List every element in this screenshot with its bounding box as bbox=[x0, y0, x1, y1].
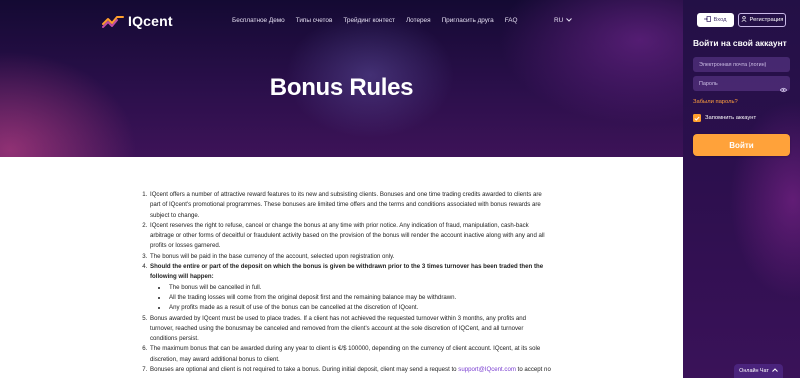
chat-label: Онлайн Чат bbox=[739, 368, 769, 374]
chevron-down-icon bbox=[566, 17, 573, 24]
rule-item-4: Should the entire or part of the deposit… bbox=[149, 262, 551, 313]
forgot-password-link[interactable]: Забыли пароль? bbox=[693, 99, 738, 105]
login-tab-label: Вход bbox=[713, 17, 727, 23]
rule-item-7-prefix: Bonuses are optional and client is not r… bbox=[150, 366, 459, 374]
rule-item-7: Bonuses are optional and client is not r… bbox=[149, 365, 551, 375]
remember-account-checkbox[interactable]: Запомнить аккаунт bbox=[693, 114, 756, 122]
rule-item-6: The maximum bonus that can be awarded du… bbox=[149, 344, 551, 365]
user-plus-icon bbox=[741, 16, 748, 24]
rule-item-4-sublist: The bonus will be cancelled in full. All… bbox=[150, 283, 551, 314]
nav-link-account-types[interactable]: Типы счетов bbox=[296, 17, 333, 24]
login-submit-button[interactable]: Войти bbox=[693, 134, 790, 156]
login-panel: Вход Регистрация Войти на свой аккаунт З… bbox=[683, 0, 800, 378]
sub-rule-1: The bonus will be cancelled in full. bbox=[168, 283, 551, 293]
sub-rule-3: Any profits made as a result of use of t… bbox=[168, 303, 551, 313]
bonus-rules-list: IQcent offers a number of attractive rew… bbox=[139, 190, 551, 375]
remember-account-label: Запомнить аккаунт bbox=[705, 115, 757, 121]
register-button[interactable]: Регистрация bbox=[738, 13, 786, 27]
page-title: Bonus Rules bbox=[269, 74, 414, 101]
nav-link-demo[interactable]: Бесплатное Демо bbox=[232, 17, 285, 24]
rule-item-7-suffix: to accept no bbox=[515, 366, 551, 374]
logo-text: IQcent bbox=[128, 13, 173, 29]
rule-item-2: IQcent reserves the right to refuse, can… bbox=[149, 221, 551, 252]
online-chat-button[interactable]: Онлайн Чат bbox=[734, 364, 783, 378]
password-input[interactable] bbox=[693, 76, 790, 91]
nav-link-lottery[interactable]: Лотерея bbox=[406, 17, 431, 24]
language-selector[interactable]: RU bbox=[554, 17, 573, 24]
login-title: Войти на свой аккаунт bbox=[693, 38, 787, 48]
show-password-icon[interactable] bbox=[779, 80, 788, 98]
login-tab-button[interactable]: Вход bbox=[697, 13, 734, 27]
checkbox-checked-icon bbox=[693, 114, 701, 122]
rule-item-1: IQcent offers a number of attractive rew… bbox=[149, 190, 551, 221]
nav-link-contest[interactable]: Трейдинг контест bbox=[343, 17, 395, 24]
logo-icon bbox=[102, 14, 124, 28]
top-nav: IQcent Бесплатное Демо Типы счетов Трейд… bbox=[0, 0, 683, 42]
register-label: Регистрация bbox=[749, 17, 784, 23]
nav-link-invite[interactable]: Пригласить друга bbox=[442, 17, 494, 24]
rule-item-5: Bonus awarded by IQcent must be used to … bbox=[149, 314, 551, 345]
sub-rule-2: All the trading losses will come from th… bbox=[168, 293, 551, 303]
auth-buttons: Вход Регистрация bbox=[697, 13, 786, 27]
support-email-link[interactable]: support@IQcent.com bbox=[458, 366, 516, 373]
hero-banner: IQcent Бесплатное Демо Типы счетов Трейд… bbox=[0, 0, 683, 157]
nav-link-faq[interactable]: FAQ bbox=[505, 17, 518, 24]
rule-item-3: The bonus will be paid in the base curre… bbox=[149, 252, 551, 262]
language-label: RU bbox=[554, 17, 564, 24]
rule-item-4-text: Should the entire or part of the deposit… bbox=[150, 263, 544, 281]
chevron-up-icon bbox=[772, 368, 778, 374]
logo[interactable]: IQcent bbox=[102, 13, 173, 29]
email-input[interactable] bbox=[693, 57, 790, 72]
login-icon bbox=[704, 16, 712, 24]
nav-links: Бесплатное Демо Типы счетов Трейдинг кон… bbox=[232, 17, 529, 24]
